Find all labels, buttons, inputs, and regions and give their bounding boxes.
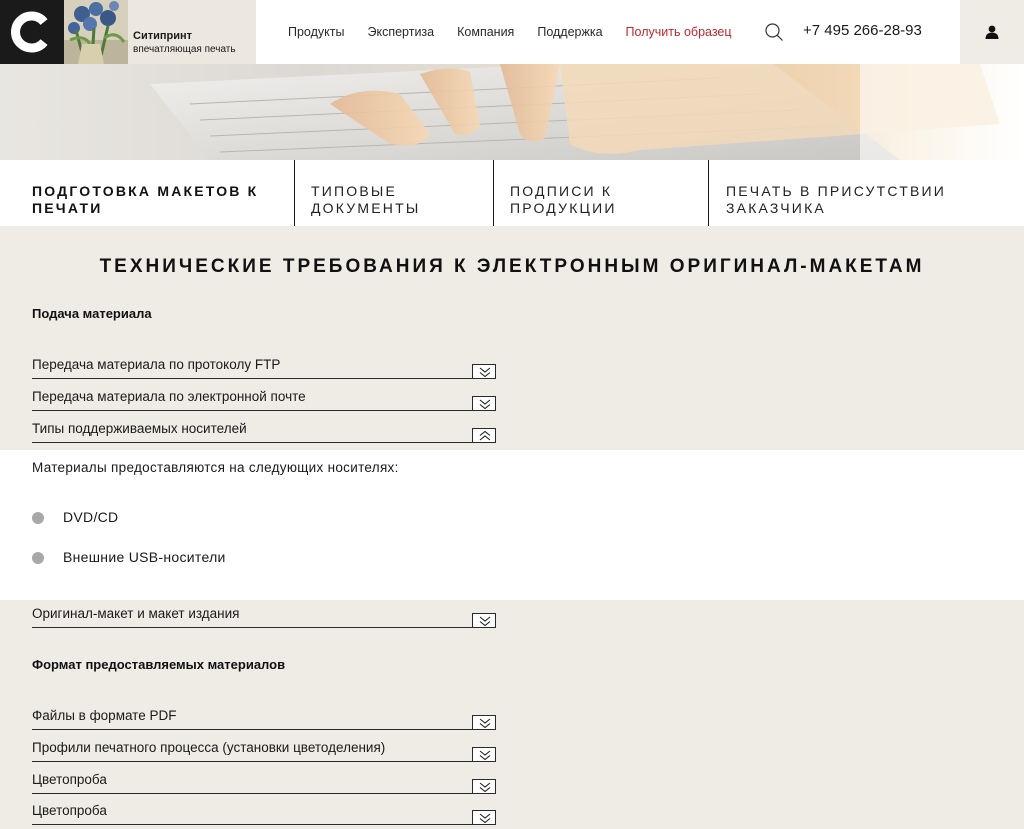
chevron-down-icon [479,399,491,410]
accordion-toggle[interactable] [472,747,496,762]
nav-company[interactable]: Компания [457,25,514,39]
user-icon [985,25,999,39]
section-tabs: ПОДГОТОВКА МАКЕТОВ К ПЕЧАТИ ТИПОВЫЕ ДОКУ… [0,160,1024,226]
user-account-button[interactable] [960,0,1024,64]
nav-expertise[interactable]: Экспертиза [367,25,434,39]
section-title-formats: Формат предоставляемых материалов [32,657,286,672]
accordion-toggle[interactable] [472,364,496,379]
accordion-label: Цветопроба [32,772,107,787]
accordion-label: Передача материала по электронной почте [32,389,306,404]
accordion-label: Файлы в формате PDF [32,708,177,723]
site-header: Ситипринт впечатляющая печать Продукты Э… [0,0,1024,64]
page-title: ТЕХНИЧЕСКИЕ ТРЕБОВАНИЯ К ЭЛЕКТРОННЫМ ОРИ… [99,256,925,277]
tab-standard-documents[interactable]: ТИПОВЫЕ ДОКУМЕНТЫ [311,160,481,226]
accordion-item-media-types[interactable]: Типы поддерживаемых носителей [32,421,496,443]
section-title-submission: Подача материала [32,306,152,321]
accordion-item-email[interactable]: Передача материала по электронной почте [32,389,496,411]
chevron-down-icon [479,813,491,824]
chevron-up-icon [479,430,491,441]
main-nav: Продукты Экспертиза Компания Поддержка П… [288,25,755,39]
accordion-label: Цветопроба [32,803,107,818]
tab-divider [493,160,494,226]
list-item: DVD/CD [63,509,119,525]
accordion-toggle[interactable] [472,396,496,411]
tab-divider [708,160,709,226]
tab-divider [294,160,295,226]
accordion-toggle[interactable] [472,779,496,794]
chevron-down-icon [479,782,491,793]
accordion-label: Оригинал-макет и макет издания [32,606,240,621]
nav-get-sample[interactable]: Получить образец [626,25,732,39]
accordion-label: Профили печатного процесса (установки цв… [32,740,386,755]
bullet-dot [32,512,44,524]
phone-number[interactable]: +7 495 266-28-93 [803,22,922,39]
brand-name: Ситипринт [133,30,193,42]
accordion-item-color-proof[interactable]: Цветопроба [32,772,496,794]
accordion-toggle[interactable] [472,715,496,730]
accordion-toggle[interactable] [472,810,496,825]
panel-intro-text: Материалы предоставляются на следующих н… [32,460,399,475]
tab-layout-preparation[interactable]: ПОДГОТОВКА МАКЕТОВ К ПЕЧАТИ [32,160,282,226]
logo-c-icon [11,11,48,53]
chevron-down-icon [479,718,491,729]
hero-banner [0,64,1024,160]
tab-product-labels[interactable]: ПОДПИСИ К ПРОДУКЦИИ [510,160,690,226]
accordion-item-color-proof-2[interactable]: Цветопроба [32,803,496,825]
accordion-item-pdf[interactable]: Файлы в формате PDF [32,708,496,730]
accordion-panel-media-types: Материалы предоставляются на следующих н… [0,450,1024,600]
chevron-down-icon [479,367,491,378]
accordion-label: Передача материала по протоколу FTP [32,357,281,372]
tab-printing-with-client[interactable]: ПЕЧАТЬ В ПРИСУТСТВИИ ЗАКАЗЧИКА [726,160,1006,226]
logo-mark[interactable] [0,0,64,64]
accordion-item-original-layout[interactable]: Оригинал-макет и макет издания [32,606,496,628]
list-item: Внешние USB-носители [63,549,226,565]
accordion-item-print-profiles[interactable]: Профили печатного процесса (установки цв… [32,740,496,762]
nav-products[interactable]: Продукты [288,25,344,39]
chevron-down-icon [479,616,491,627]
accordion-label: Типы поддерживаемых носителей [32,421,247,436]
brand-block[interactable]: Ситипринт впечатляющая печать [128,0,256,64]
logo-artwork [64,0,128,64]
bullet-dot [32,552,44,564]
nav-support[interactable]: Поддержка [537,25,602,39]
accordion-toggle[interactable] [472,613,496,628]
chevron-down-icon [479,750,491,761]
accordion-toggle[interactable] [472,428,496,443]
brand-tagline: впечатляющая печать [133,44,236,55]
keyboard-hands-image [150,64,1024,160]
accordion-item-ftp[interactable]: Передача материала по протоколу FTP [32,357,496,379]
search-icon[interactable] [764,22,784,42]
